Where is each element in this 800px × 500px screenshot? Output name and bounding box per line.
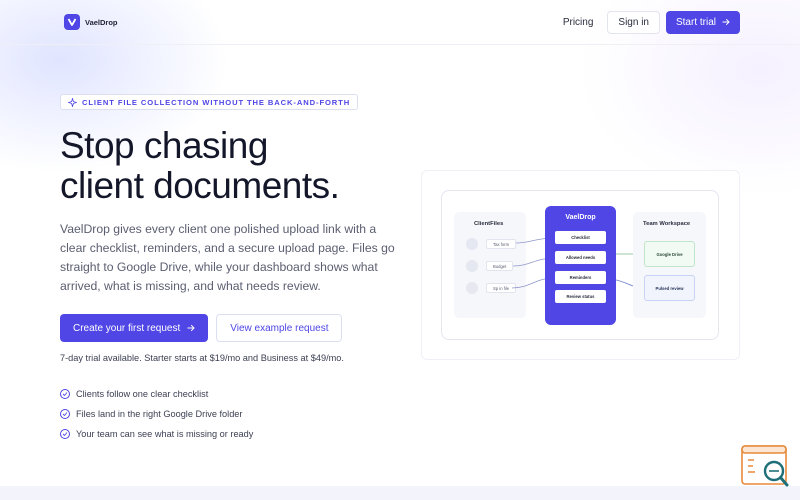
page-title: Stop chasing client documents. (60, 126, 400, 206)
feature-text: Files land in the right Google Drive fol… (76, 409, 243, 419)
google-drive-box: Google Drive (644, 241, 695, 267)
eyebrow-badge: CLIENT FILE COLLECTION WITHOUT THE BACK-… (60, 94, 359, 110)
sign-in-button[interactable]: Sign in (607, 10, 660, 34)
client-avatar (466, 238, 478, 250)
hub-title: VaelDrop (565, 214, 596, 221)
cta-row: Create your first request View example r… (60, 314, 343, 342)
feature-text: Clients follow one clear checklist (76, 389, 209, 399)
arrow-right-icon (187, 324, 195, 332)
sparkle-icon (68, 97, 77, 107)
site-header: VaelDrop Pricing Sign in Start trial (0, 0, 800, 44)
headline-line-2: client documents. (60, 165, 340, 206)
check-circle-icon (60, 409, 70, 419)
trial-note: 7-day trial available. Starter starts at… (60, 353, 344, 363)
hub-item: Review status (555, 290, 606, 303)
next-section-edge (0, 486, 800, 500)
client-pill: Tax form (486, 239, 517, 249)
client-pill: Sp in file (486, 283, 517, 293)
hub-item: Reminders (555, 271, 606, 284)
review-box: Pulsed review (644, 275, 695, 301)
hero-description: VaelDrop gives every client one polished… (60, 222, 395, 293)
vaeldrop-hub (545, 206, 616, 325)
header-divider (0, 44, 800, 45)
client-row: Sp in file (466, 282, 517, 294)
check-circle-icon (60, 389, 70, 399)
check-circle-icon (60, 429, 70, 439)
client-pill: Budget (486, 261, 514, 271)
headline-line-1: Stop chasing (60, 125, 268, 166)
team-workspace-title: Team Workspace (643, 221, 691, 227)
start-trial-button[interactable]: Start trial (665, 10, 740, 34)
client-files-title: ClientFiles (474, 221, 504, 227)
create-request-button[interactable]: Create your first request (60, 314, 209, 342)
chat-search-icon (741, 445, 789, 487)
client-avatar (466, 260, 478, 272)
create-request-label: Create your first request (73, 322, 181, 334)
start-trial-label: Start trial (675, 16, 716, 28)
client-row: Budget (466, 260, 514, 272)
brand-name: VaelDrop (85, 17, 118, 27)
hub-item: Allowed needs (555, 251, 606, 264)
list-item: Files land in the right Google Drive fol… (60, 404, 253, 424)
list-item: Your team can see what is missing or rea… (60, 424, 253, 444)
arrow-right-icon (722, 18, 730, 26)
logo-icon (64, 14, 80, 30)
list-item: Clients follow one clear checklist (60, 384, 253, 404)
eyebrow-text: CLIENT FILE COLLECTION WITHOUT THE BACK-… (82, 97, 351, 107)
help-widget[interactable] (741, 445, 791, 489)
brand[interactable]: VaelDrop (64, 14, 118, 30)
client-avatar (466, 282, 478, 294)
client-row: Tax form (466, 238, 517, 250)
top-nav: Pricing Sign in Start trial (563, 10, 740, 34)
feature-text: Your team can see what is missing or rea… (76, 429, 254, 439)
nav-pricing-link[interactable]: Pricing (563, 17, 594, 28)
hub-item: Checklist (555, 231, 606, 244)
view-example-button[interactable]: View example request (216, 314, 343, 342)
feature-list: Clients follow one clear checklist Files… (60, 384, 253, 444)
